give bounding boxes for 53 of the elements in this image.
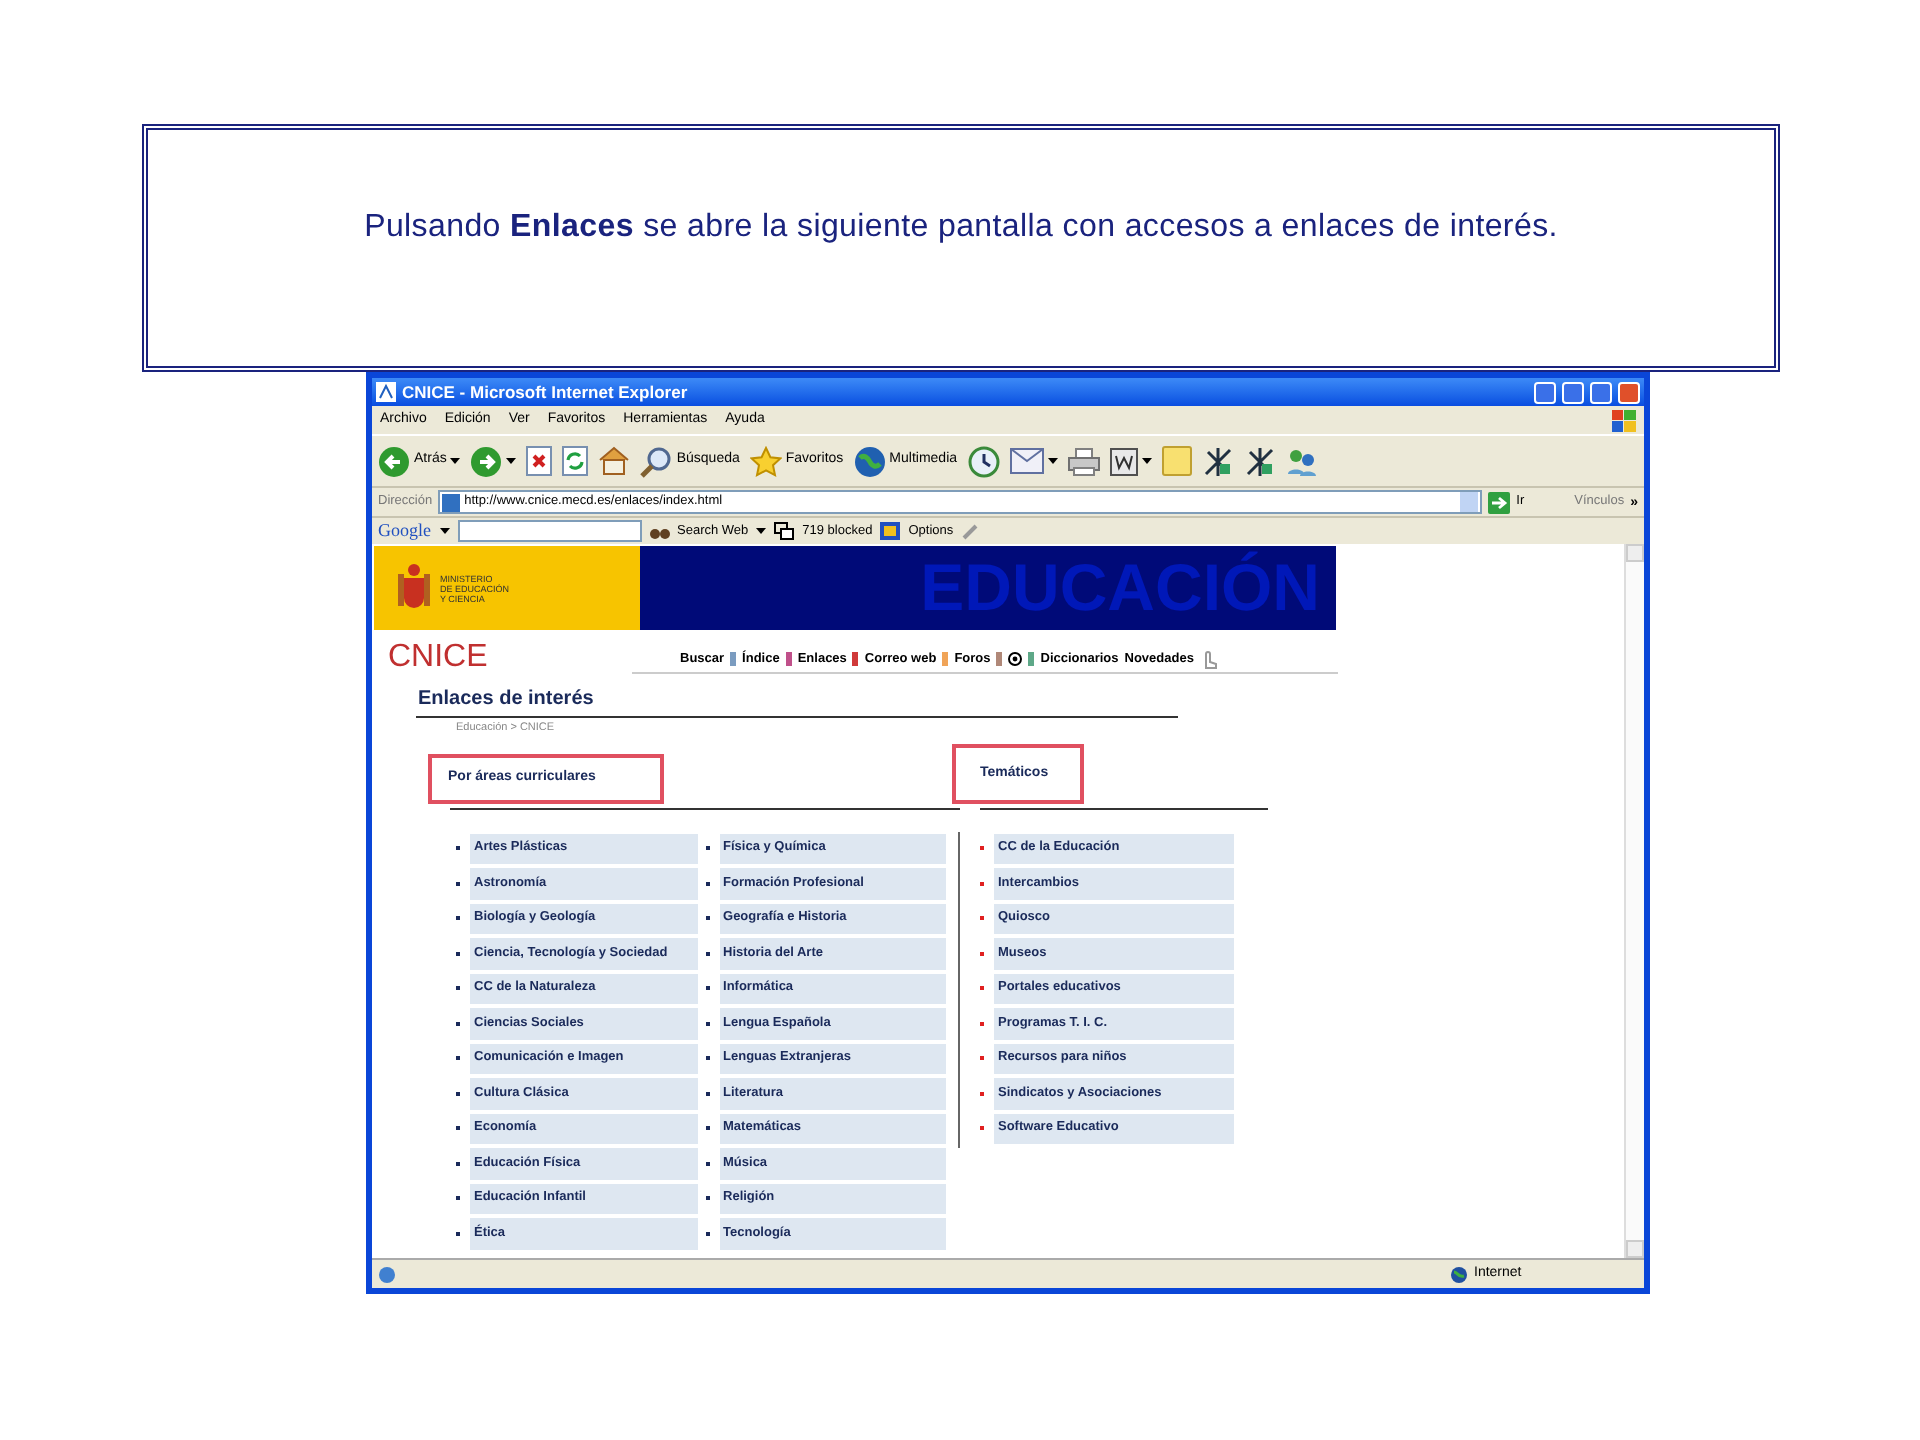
house-icon[interactable] [598,446,631,476]
caret-icon[interactable] [756,528,767,534]
bullet-icon [705,846,710,851]
bullet-icon [705,916,710,921]
bullet-icon [705,951,710,956]
bullet-icon [705,881,710,886]
popup-blocker-icon [774,522,795,540]
star-icon[interactable] [749,445,782,477]
search-icon[interactable] [640,445,673,477]
page-icon [442,493,461,511]
google-logo[interactable]: Google [378,517,431,545]
bullet-icon [705,1126,710,1131]
caret-icon[interactable] [450,458,461,464]
printer-icon[interactable] [1067,447,1100,475]
maximize-button[interactable] [1590,381,1612,403]
browser-icon [376,382,396,402]
site-logo[interactable]: CNICE [388,642,632,674]
close-button[interactable] [1618,381,1640,403]
tool-icon[interactable] [1201,445,1234,477]
caption-text: Pulsando Enlaces se abre la siguiente pantalla con accesos a enlaces de interés. [364,208,1558,248]
document-icon[interactable] [1109,447,1138,475]
circled-symbol-icon[interactable] [1008,652,1023,666]
windows-flag-icon [1612,409,1636,431]
bullet-icon [705,1021,710,1026]
refresh-icon[interactable] [562,446,589,476]
page-heading: Enlaces de interés [418,690,596,710]
bullet-icon [705,1161,710,1166]
caret-icon[interactable] [439,528,449,534]
coat-of-arms-icon [394,562,434,614]
extra-button[interactable] [1534,381,1556,403]
caret-icon[interactable] [506,458,517,464]
page-status-icon [378,1265,396,1283]
bullet-icon [705,1091,710,1096]
globe-icon [1450,1265,1468,1283]
envelope-icon[interactable] [1009,448,1044,474]
window-title: CNICE - Microsoft Internet Explorer [402,379,690,405]
bullet-icon [705,1056,710,1061]
banner-title: EDUCACIÓN [920,548,1320,628]
go-arrow-icon[interactable] [1488,491,1511,513]
caret-icon[interactable] [1141,458,1152,464]
minimize-button[interactable] [1562,381,1584,403]
stop-icon[interactable] [526,446,553,476]
clock-icon[interactable] [967,445,1000,477]
bullet-icon [705,1231,710,1236]
google-search-field[interactable] [457,520,641,542]
bullet-icon [705,1196,710,1201]
globe-icon[interactable] [853,445,886,477]
caret-icon[interactable] [1047,458,1058,464]
pencil-icon[interactable] [961,523,978,539]
tool-icon[interactable] [1243,445,1276,477]
people-icon[interactable] [1285,445,1318,477]
bullet-icon [705,986,710,991]
options-icon [880,522,901,540]
